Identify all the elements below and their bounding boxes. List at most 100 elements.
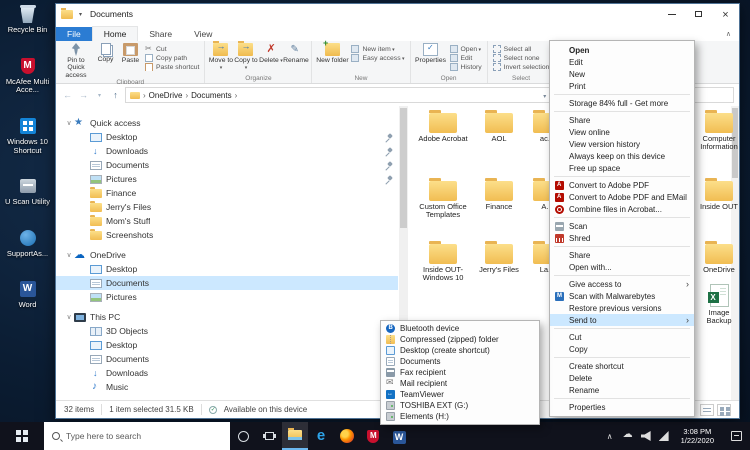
nav-item[interactable]: Jerry's Files <box>56 200 398 214</box>
nav-item[interactable]: Desktop <box>56 338 398 352</box>
copy-button[interactable]: Copy <box>93 42 118 63</box>
nav-item[interactable]: Documents <box>56 352 398 366</box>
properties-button[interactable]: Properties <box>414 42 448 64</box>
file-explorer-button[interactable] <box>282 422 308 450</box>
forward-button[interactable] <box>77 90 90 100</box>
nav-item[interactable]: Screenshots <box>56 228 398 242</box>
rename-button[interactable]: Rename <box>283 42 308 64</box>
mcafee-taskbar-button[interactable] <box>360 422 386 450</box>
context-menu-item[interactable]: Cut <box>550 331 694 343</box>
context-menu-item[interactable]: Scan with Malwarebytes <box>550 290 694 302</box>
nav-scrollbar-thumb[interactable] <box>400 108 407 228</box>
nav-item[interactable]: Pictures <box>56 290 398 304</box>
context-menu-item[interactable]: Shred <box>550 232 694 244</box>
select-all-button[interactable]: Select all <box>493 45 550 53</box>
context-menu-item[interactable]: Properties <box>550 401 694 413</box>
desktop-icon[interactable]: McAfee Multi Acce... <box>0 55 55 95</box>
ribbon-tab[interactable]: Home <box>92 26 139 41</box>
copy-path-button[interactable]: Copy path <box>145 54 199 62</box>
context-menu-item[interactable] <box>554 217 690 218</box>
select-none-button[interactable]: Select none <box>493 54 550 62</box>
context-menu-item[interactable] <box>554 246 690 247</box>
nav-item[interactable]: Downloads <box>56 366 398 380</box>
context-menu-item[interactable]: View online <box>550 126 694 138</box>
file-item[interactable]: Inside OUT-Windows 10 <box>416 244 470 283</box>
context-menu-item[interactable] <box>554 275 690 276</box>
copy-to-button[interactable]: Copy to <box>233 42 258 72</box>
nav-item[interactable]: Downloads <box>56 144 398 158</box>
open-button[interactable]: Open <box>450 45 482 53</box>
send-to-menu-item[interactable]: Bluetooth device <box>381 323 539 334</box>
send-to-menu-item[interactable]: Desktop (create shortcut) <box>381 345 539 356</box>
word-taskbar-button[interactable] <box>386 422 412 450</box>
breadcrumb-onedrive[interactable]: OneDrive <box>149 91 183 100</box>
context-menu-item[interactable]: Copy <box>550 343 694 355</box>
nav-item[interactable]: This PC <box>56 310 398 324</box>
desktop-icon[interactable]: U Scan Utility <box>0 175 55 207</box>
qat-customize-icon[interactable] <box>79 11 82 18</box>
send-to-menu-item[interactable]: TeamViewer <box>381 389 539 400</box>
context-menu-item[interactable] <box>554 398 690 399</box>
context-menu-item[interactable]: Create shortcut <box>550 360 694 372</box>
context-menu-item[interactable] <box>554 176 690 177</box>
new-folder-button[interactable]: New folder <box>315 42 349 64</box>
context-menu-item[interactable]: Open with... <box>550 261 694 273</box>
context-menu-item[interactable]: Free up space <box>550 162 694 174</box>
context-menu-item[interactable] <box>554 357 690 358</box>
nav-item[interactable]: Desktop <box>56 262 398 276</box>
nav-item[interactable]: OneDrive <box>56 248 398 262</box>
nav-item[interactable]: Music <box>56 380 398 394</box>
context-menu-item[interactable]: Delete <box>550 372 694 384</box>
nav-item[interactable]: Mom's Stuff <box>56 214 398 228</box>
pin-to-quick-access-button[interactable]: Pin to Quick access <box>59 42 93 79</box>
file-item[interactable]: AOL <box>472 113 526 143</box>
cut-button[interactable]: Cut <box>145 45 199 53</box>
task-view-button[interactable] <box>256 422 282 450</box>
details-view-button[interactable] <box>700 404 714 416</box>
context-menu-item[interactable]: Print <box>550 80 694 92</box>
close-button[interactable] <box>712 4 739 24</box>
nav-item[interactable]: Documents <box>56 276 398 290</box>
file-item[interactable]: Computer Information <box>696 113 742 152</box>
file-item[interactable]: Custom Office Templates <box>416 181 470 220</box>
ribbon-tab[interactable]: Share <box>138 27 183 41</box>
file-item[interactable]: Jerry's Files <box>472 244 526 274</box>
ribbon-tab[interactable]: File <box>56 27 92 41</box>
taskbar-clock[interactable]: 3:08 PM 1/22/2020 <box>673 427 722 446</box>
file-item[interactable]: Adobe Acrobat <box>416 113 470 143</box>
context-menu-item[interactable]: Always keep on this device <box>550 150 694 162</box>
context-menu-item[interactable]: Storage 84% full - Get more <box>550 97 694 109</box>
desktop-icon[interactable]: SupportAs... <box>0 227 55 259</box>
context-menu-item[interactable] <box>554 111 690 112</box>
move-to-button[interactable]: Move to <box>208 42 233 72</box>
history-button[interactable]: History <box>450 63 482 71</box>
desktop-icon[interactable]: Word <box>0 278 55 310</box>
start-button[interactable] <box>0 422 44 450</box>
easy-access-button[interactable]: Easy access <box>351 54 404 62</box>
collapse-ribbon-icon[interactable] <box>726 30 731 38</box>
onedrive-tray-icon[interactable] <box>623 431 633 441</box>
chevron-icon[interactable] <box>64 119 74 127</box>
delete-button[interactable]: Delete <box>258 42 283 64</box>
context-menu-item[interactable]: Scan <box>550 220 694 232</box>
context-menu-item[interactable] <box>554 328 690 329</box>
nav-item[interactable]: Finance <box>56 186 398 200</box>
context-menu-item[interactable]: Send to <box>550 314 694 326</box>
send-to-menu-item[interactable]: TOSHIBA EXT (G:) <box>381 400 539 411</box>
context-menu-item[interactable]: Rename <box>550 384 694 396</box>
send-to-menu-item[interactable]: Mail recipient <box>381 378 539 389</box>
context-menu-item[interactable]: Convert to Adobe PDF and EMail <box>550 191 694 203</box>
address-bar[interactable]: OneDrive Documents <box>125 87 563 103</box>
action-center-button[interactable] <box>722 422 750 450</box>
context-menu-item[interactable]: Give access to <box>550 278 694 290</box>
address-dropdown-icon[interactable] <box>543 91 546 100</box>
up-button[interactable] <box>109 90 122 100</box>
paste-button[interactable]: Paste <box>118 42 143 64</box>
file-item[interactable]: Finance <box>472 181 526 211</box>
context-menu-item[interactable]: Edit <box>550 56 694 68</box>
chevron-icon[interactable] <box>64 251 74 259</box>
send-to-menu-item[interactable]: Elements (H:) <box>381 411 539 422</box>
recent-locations-button[interactable] <box>93 92 106 99</box>
large-icons-view-button[interactable] <box>717 404 731 416</box>
firefox-button[interactable] <box>334 422 360 450</box>
